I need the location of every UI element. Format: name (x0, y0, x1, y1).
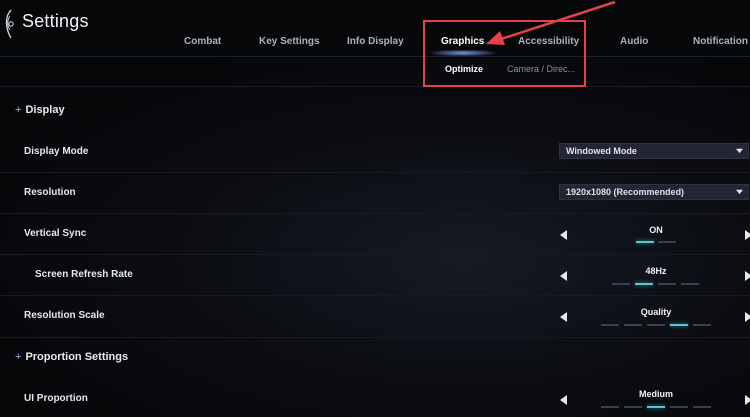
resolution-dropdown[interactable]: 1920x1080 (Recommended) (559, 184, 749, 200)
option-step-indicator (612, 283, 630, 285)
previous-arrow-icon[interactable] (559, 270, 569, 282)
display-mode-dropdown[interactable]: Windowed Mode (559, 143, 749, 159)
section-proportion-label: Proportion Settings (25, 351, 129, 363)
row-divider (0, 254, 750, 255)
ui-proportion-label: UI Proportion (24, 393, 88, 404)
tab-combat[interactable]: Combat (184, 36, 221, 47)
option-step-indicator (658, 283, 676, 285)
option-step-indicator (635, 283, 653, 285)
tab-audio[interactable]: Audio (620, 36, 648, 47)
option-step-indicator (658, 241, 676, 243)
expand-icon: + (15, 351, 22, 363)
row-divider (0, 337, 750, 338)
previous-arrow-icon[interactable] (559, 229, 569, 241)
header-divider (0, 56, 750, 57)
tab-notification[interactable]: Notification (693, 36, 748, 47)
resolution-scale-label: Resolution Scale (24, 310, 105, 321)
option-step-indicator (624, 324, 642, 326)
resolution-label: Resolution (24, 187, 76, 198)
option-step-indicator (670, 406, 688, 408)
next-arrow-icon[interactable] (743, 229, 750, 241)
resolution-value: 1920x1080 (Recommended) (566, 187, 685, 197)
next-arrow-icon[interactable] (743, 394, 750, 406)
option-step-indicator (624, 406, 642, 408)
annotation-arrow-icon (486, 0, 616, 45)
section-proportion-settings[interactable]: + Proportion Settings (15, 351, 128, 363)
section-display[interactable]: + Display (15, 104, 65, 116)
option-step-indicator (693, 324, 711, 326)
chevron-down-icon (736, 189, 743, 195)
next-arrow-icon[interactable] (743, 311, 750, 323)
row-divider (0, 213, 750, 214)
option-step-indicator (601, 406, 619, 408)
ui-proportion-value: Medium (638, 389, 673, 399)
tab-key-settings[interactable]: Key Settings (259, 36, 320, 47)
option-step-indicator (601, 324, 619, 326)
previous-arrow-icon[interactable] (559, 311, 569, 323)
vertical-sync-label: Vertical Sync (24, 228, 87, 239)
section-display-label: Display (25, 104, 65, 116)
screen-refresh-rate-value: 48Hz (645, 266, 667, 276)
page-title: Settings (22, 11, 89, 31)
display-mode-label: Display Mode (24, 146, 89, 157)
option-step-indicator (636, 241, 654, 243)
chevron-down-icon (736, 148, 743, 154)
row-divider (0, 295, 750, 296)
display-mode-value: Windowed Mode (566, 146, 637, 156)
previous-arrow-icon[interactable] (559, 394, 569, 406)
vertical-sync-value: ON (649, 225, 663, 235)
option-step-indicator (647, 406, 665, 408)
screen-refresh-rate-label: Screen Refresh Rate (35, 269, 133, 280)
resolution-scale-value: Quality (640, 307, 672, 317)
expand-icon: + (15, 104, 22, 116)
option-step-indicator (693, 406, 711, 408)
subtab-divider (0, 86, 750, 87)
main-tab-bar: Combat Key Settings Info Display Graphic… (0, 36, 750, 50)
next-arrow-icon[interactable] (743, 270, 750, 282)
tab-info-display[interactable]: Info Display (347, 36, 404, 47)
row-divider (0, 172, 750, 173)
option-step-indicator (647, 324, 665, 326)
option-step-indicator (670, 324, 688, 326)
option-step-indicator (681, 283, 699, 285)
